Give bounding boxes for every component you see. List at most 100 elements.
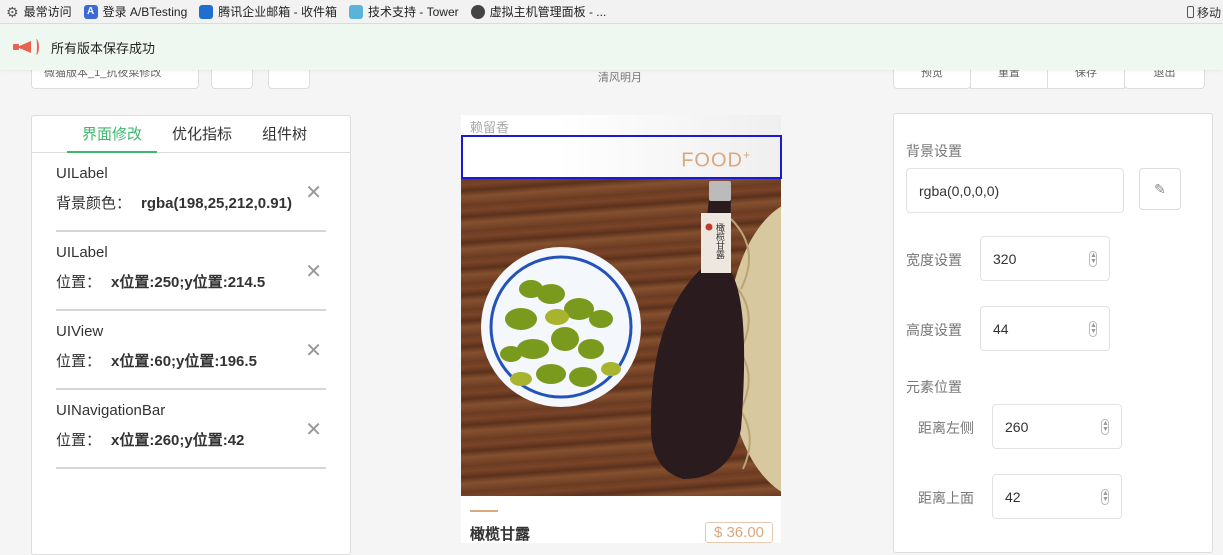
version-select-label: 微猫版本_1_抗夜菜修改: [44, 70, 162, 79]
stepper-icon[interactable]: ▲ ▼: [1101, 418, 1109, 435]
mail-icon: [199, 4, 214, 19]
list-item: UILabel 位置： x位置:250;y位置:214.5 ✕: [56, 232, 326, 311]
change-detail: 背景颜色： rgba(198,25,212,0.91): [56, 192, 326, 213]
change-detail: 位置： x位置:260;y位置:42: [56, 429, 326, 450]
bookmark-vm-panel[interactable]: 虚拟主机管理面板 - ...: [465, 3, 613, 20]
stepper-icon[interactable]: ▲ ▼: [1089, 320, 1097, 337]
top-distance-label: 距离上面: [918, 490, 974, 506]
list-item: UINavigationBar 位置： x位置:260;y位置:42 ✕: [56, 390, 326, 469]
change-detail: 位置： x位置:250;y位置:214.5: [56, 271, 326, 292]
bookmark-abtesting[interactable]: A 登录 A/BTesting: [78, 3, 194, 20]
height-value: 44: [993, 320, 1009, 337]
page-title: 清风明月: [598, 72, 642, 84]
plate: [481, 247, 641, 407]
close-icon[interactable]: ✕: [305, 183, 322, 203]
tab-metrics[interactable]: 优化指标: [157, 116, 247, 153]
button-label: 预览: [921, 70, 943, 79]
properties-panel: 背景设置 rgba(0,0,0,0) ✎ 宽度设置 320 ▲ ▼ 高度设置 44 ▲…: [893, 113, 1213, 553]
bg-setting-label: 背景设置: [906, 143, 962, 159]
button-label: 保存: [1075, 70, 1097, 79]
bookmark-most-visited[interactable]: ⚙ 最常访问: [0, 3, 78, 20]
reset-button[interactable]: 重置: [970, 70, 1048, 89]
tab-component-tree[interactable]: 组件树: [247, 116, 322, 153]
preview-button[interactable]: 预览: [893, 70, 971, 89]
change-type: UILabel: [56, 244, 108, 261]
logo-text: FOOD: [681, 149, 743, 172]
change-value: x位置:250;y位置:214.5: [111, 274, 266, 291]
change-label: 位置：: [56, 353, 102, 370]
change-label: 背景颜色：: [56, 195, 132, 212]
left-distance-label: 距离左侧: [918, 420, 974, 436]
stepper-icon[interactable]: ▲ ▼: [1101, 488, 1109, 505]
toast-message: 所有版本保存成功: [51, 40, 156, 56]
top-distance-input[interactable]: 42 ▲ ▼: [992, 474, 1122, 519]
app-preview: 赖留香 FOOD+ 橄榄甘露 橄榄甘露 $ 36.00: [461, 115, 781, 543]
bookmark-label: 最常访问: [23, 5, 72, 19]
undo-button[interactable]: [211, 70, 253, 89]
color-picker-button[interactable]: ✎: [1139, 168, 1181, 210]
close-icon[interactable]: ✕: [305, 420, 322, 440]
product-info: 橄榄甘露 $ 36.00: [461, 496, 781, 543]
list-item: UILabel 背景颜色： rgba(198,25,212,0.91) ✕: [56, 153, 326, 232]
version-select[interactable]: 微猫版本_1_抗夜菜修改: [31, 70, 199, 89]
change-type: UIView: [56, 323, 104, 340]
tower-icon: [348, 4, 363, 19]
bookmark-label: 技术支持 - Tower: [367, 5, 459, 19]
price-badge: $ 36.00: [704, 522, 773, 543]
change-value: x位置:260;y位置:42: [111, 432, 245, 449]
height-setting-label: 高度设置: [906, 322, 962, 338]
product-photo: 橄榄甘露: [481, 181, 781, 492]
change-type: UILabel: [56, 165, 108, 182]
eyedropper-icon: ✎: [1154, 180, 1166, 197]
vm-icon: [470, 4, 485, 19]
button-label: 退出: [1153, 70, 1176, 79]
bg-color-input[interactable]: rgba(0,0,0,0): [906, 168, 1124, 213]
megaphone-icon: [13, 39, 39, 55]
left-value: 260: [1005, 418, 1029, 435]
position-label: 元素位置: [906, 379, 962, 395]
save-success-toast: 所有版本保存成功: [0, 24, 1223, 70]
change-list: UILabel 背景颜色： rgba(198,25,212,0.91) ✕ UIL…: [32, 153, 350, 469]
bookmark-tower[interactable]: 技术支持 - Tower: [343, 3, 465, 20]
bookmarks-bar: ⚙ 最常访问 A 登录 A/BTesting 腾讯企业邮箱 - 收件箱 技术支持…: [0, 0, 1223, 24]
width-value: 320: [993, 250, 1017, 267]
left-distance-input[interactable]: 260 ▲ ▼: [992, 404, 1122, 449]
save-button[interactable]: 保存: [1047, 70, 1125, 89]
bookmark-label: 腾讯企业邮箱 - 收件箱: [218, 5, 337, 19]
food-logo: FOOD+: [681, 148, 751, 173]
width-input[interactable]: 320 ▲ ▼: [980, 236, 1110, 281]
button-label: 重置: [998, 70, 1020, 79]
change-label: 位置：: [56, 274, 102, 291]
gear-icon: ⚙: [6, 3, 19, 20]
bookmark-label: 虚拟主机管理面板 - ...: [489, 5, 607, 19]
top-value: 42: [1005, 488, 1021, 505]
delete-button[interactable]: [268, 70, 310, 89]
bookmark-mail[interactable]: 腾讯企业邮箱 - 收件箱: [193, 3, 343, 20]
ab-icon: A: [83, 4, 98, 19]
bookmark-mobile[interactable]: 移动: [1186, 0, 1223, 24]
preview-nav-bar[interactable]: 赖留香 FOOD+: [461, 115, 781, 179]
change-type: UINavigationBar: [56, 402, 166, 419]
change-label: 位置：: [56, 432, 102, 449]
exit-button[interactable]: 退出: [1124, 70, 1205, 89]
shop-name: 赖留香: [470, 120, 510, 135]
change-value: x位置:60;y位置:196.5: [111, 353, 257, 370]
height-input[interactable]: 44 ▲ ▼: [980, 306, 1110, 351]
change-detail: 位置： x位置:60;y位置:196.5: [56, 350, 326, 371]
divider: [470, 510, 498, 512]
list-item: UIView 位置： x位置:60;y位置:196.5 ✕: [56, 311, 326, 390]
changes-panel: 界面修改 优化指标 组件树 UILabel 背景颜色： rgba(198,25,2…: [31, 115, 351, 555]
close-icon[interactable]: ✕: [305, 341, 322, 361]
logo-mark: +: [742, 148, 751, 162]
bookmark-label: 移动: [1196, 5, 1221, 20]
close-icon[interactable]: ✕: [305, 262, 322, 282]
tab-ui-changes[interactable]: 界面修改: [67, 116, 158, 153]
bottle-label: 橄榄甘露: [714, 222, 725, 260]
product-name: 橄榄甘露: [470, 526, 531, 543]
panel-tabs: 界面修改 优化指标 组件树: [32, 116, 350, 153]
phone-icon: [1186, 6, 1194, 18]
stepper-icon[interactable]: ▲ ▼: [1089, 250, 1097, 267]
change-value: rgba(198,25,212,0.91): [141, 195, 292, 212]
product-image: 橄榄甘露: [461, 179, 781, 496]
bookmark-label: 登录 A/BTesting: [102, 5, 188, 19]
